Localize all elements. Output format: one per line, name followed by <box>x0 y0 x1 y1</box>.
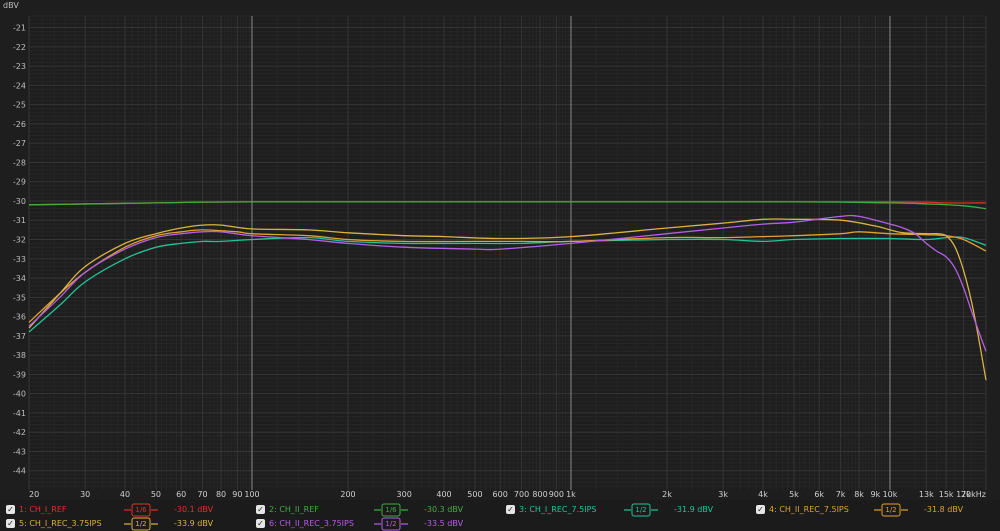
y-tick-label: -36 <box>13 313 26 322</box>
x-tick-label: 70 <box>197 490 207 499</box>
y-tick-label: -34 <box>13 274 26 283</box>
x-tick-label: 4k <box>758 490 768 499</box>
y-tick-label: -27 <box>13 139 26 148</box>
smoothing-label: 1/6 <box>135 506 147 514</box>
x-tick-label: 13k <box>919 490 934 499</box>
x-tick-label: 600 <box>493 490 508 499</box>
x-tick-label: 900 <box>549 490 564 499</box>
x-tick-label: 400 <box>436 490 451 499</box>
y-tick-label: -26 <box>13 120 26 129</box>
y-tick-label: -25 <box>13 101 26 110</box>
y-tick-label: -32 <box>13 236 26 245</box>
smoothing-label: 1/2 <box>135 520 147 528</box>
series-level-value: -30.3 dBV <box>424 505 464 514</box>
series-checkbox[interactable]: ✓ <box>256 519 265 528</box>
y-tick-label: -28 <box>13 158 26 167</box>
y-tick-label: -33 <box>13 255 26 264</box>
x-tick-label: 30 <box>80 490 90 499</box>
legend-item-6[interactable]: ✓ 6: CH_II_REC_3.75IPS 1/2 -33.5 dBV <box>256 517 496 531</box>
smoothing-label: 1/6 <box>385 506 397 514</box>
x-tick-label: 50 <box>151 490 161 499</box>
series-name: 4: CH_II_REC_7.5IPS <box>769 505 849 514</box>
legend-item-4[interactable]: ✓ 4: CH_II_REC_7.5IPS 1/2 -31.8 dBV <box>756 503 996 517</box>
x-tick-label: 6k <box>814 490 824 499</box>
x-tick-label: 20 <box>29 490 39 499</box>
series-level-value: -33.9 dBV <box>174 519 214 528</box>
x-tick-label: 100 <box>244 490 259 499</box>
smoothing-badge[interactable]: 1/2 <box>624 503 658 517</box>
y-tick-label: -22 <box>13 43 26 52</box>
y-tick-label: -44 <box>13 467 26 476</box>
x-tick-label: 300 <box>397 490 412 499</box>
legend-item-2[interactable]: ✓ 2: CH_II_REF 1/6 -30.3 dBV <box>256 503 496 517</box>
x-tick-label: 9k <box>871 490 881 499</box>
series-level-value: -31.8 dBV <box>924 505 964 514</box>
series-name: 2: CH_II_REF <box>269 505 319 514</box>
x-tick-label: 80 <box>216 490 226 499</box>
x-tick-label: 15k <box>939 490 954 499</box>
y-tick-label: -43 <box>13 447 26 456</box>
x-tick-label: 10k <box>883 490 898 499</box>
x-tick-label: 800 <box>532 490 547 499</box>
x-tick-label: 2k <box>662 490 672 499</box>
x-tick-label: 20kHz <box>961 490 986 499</box>
legend-item-3[interactable]: ✓ 3: CH_I_REC_7.5IPS 1/2 -31.9 dBV <box>506 503 746 517</box>
x-tick-label: 5k <box>789 490 799 499</box>
series-name: 1: CH_I_REF <box>19 505 67 514</box>
series-name: 3: CH_I_REC_7.5IPS <box>519 505 597 514</box>
x-tick-label: 1k <box>566 490 576 499</box>
y-unit-label: dBV <box>3 1 19 10</box>
legend-item-1[interactable]: ✓ 1: CH_I_REF 1/6 -30.1 dBV <box>6 503 246 517</box>
legend: ✓ 1: CH_I_REF 1/6 -30.1 dBV ✓ 2: CH_II_REF 1/6… <box>0 500 1000 531</box>
legend-item-5[interactable]: ✓ 5: CH_I_REC_3.75IPS 1/2 -33.9 dBV <box>6 517 246 531</box>
y-tick-label: -21 <box>13 24 26 33</box>
x-tick-label: 200 <box>340 490 355 499</box>
smoothing-label: 1/2 <box>635 506 647 514</box>
series-checkbox[interactable]: ✓ <box>506 505 515 514</box>
y-tick-label: -42 <box>13 428 26 437</box>
series-checkbox[interactable]: ✓ <box>6 519 15 528</box>
y-tick-label: -31 <box>13 216 26 225</box>
y-tick-label: -37 <box>13 332 26 341</box>
series-checkbox[interactable]: ✓ <box>6 505 15 514</box>
x-tick-label: 7k <box>836 490 846 499</box>
x-tick-label: 40 <box>120 490 130 499</box>
y-tick-label: -41 <box>13 409 26 418</box>
smoothing-label: 1/2 <box>385 520 397 528</box>
smoothing-badge[interactable]: 1/2 <box>374 517 408 531</box>
series-checkbox[interactable]: ✓ <box>756 505 765 514</box>
smoothing-badge[interactable]: 1/2 <box>124 517 158 531</box>
y-tick-label: -39 <box>13 370 26 379</box>
x-tick-label: 3k <box>718 490 728 499</box>
series-checkbox[interactable]: ✓ <box>256 505 265 514</box>
series-name: 6: CH_II_REC_3.75IPS <box>269 519 354 528</box>
frequency-response-chart[interactable]: dBV -21 -22 -23 -24 -25 -26 -27 -28 -29 -30 -31 -32… <box>0 0 1000 500</box>
x-tick-label: 8k <box>854 490 864 499</box>
x-tick-label: 500 <box>467 490 482 499</box>
x-tick-label: 700 <box>514 490 529 499</box>
series-level-value: -30.1 dBV <box>174 505 214 514</box>
smoothing-badge[interactable]: 1/6 <box>374 503 408 517</box>
y-tick-label: -24 <box>13 81 26 90</box>
y-tick-label: -23 <box>13 62 26 71</box>
smoothing-badge[interactable]: 1/6 <box>124 503 158 517</box>
y-tick-label: -35 <box>13 293 26 302</box>
y-tick-label: -40 <box>13 390 26 399</box>
series-name: 5: CH_I_REC_3.75IPS <box>19 519 102 528</box>
y-tick-label: -30 <box>13 197 26 206</box>
smoothing-label: 1/2 <box>885 506 897 514</box>
series-level-value: -31.9 dBV <box>674 505 714 514</box>
y-tick-label: -29 <box>13 178 26 187</box>
x-tick-label: 60 <box>176 490 186 499</box>
x-tick-label: 90 <box>232 490 242 499</box>
y-tick-label: -38 <box>13 351 26 360</box>
smoothing-badge[interactable]: 1/2 <box>874 503 908 517</box>
series-level-value: -33.5 dBV <box>424 519 464 528</box>
